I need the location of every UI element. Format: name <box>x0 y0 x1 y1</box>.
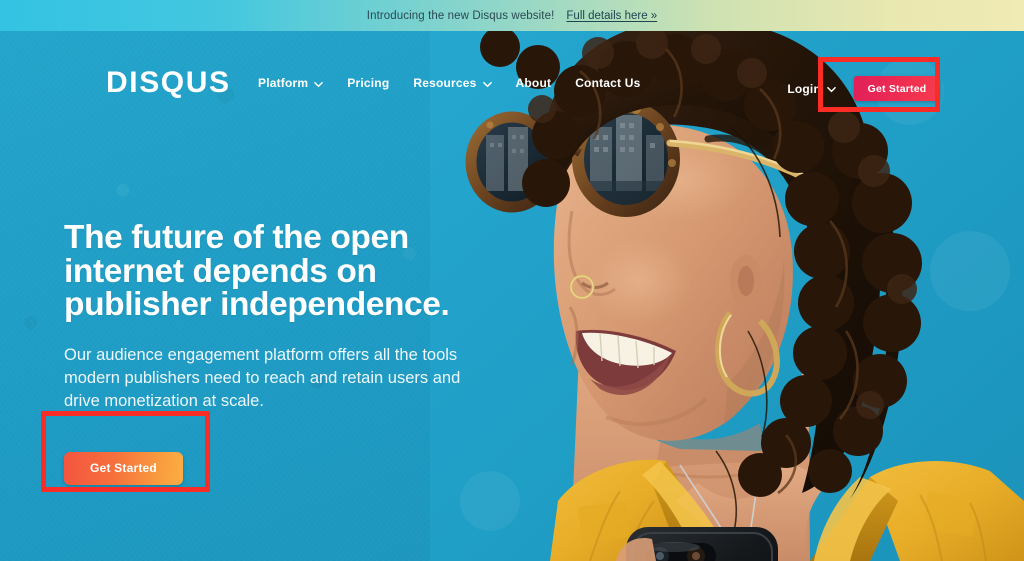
announcement-text: Introducing the new Disqus website! <box>366 9 555 22</box>
nav-item-label: Platform <box>258 76 309 90</box>
nav-item-contact-us[interactable]: Contact Us <box>575 76 640 90</box>
chevron-down-icon <box>827 85 836 94</box>
chevron-down-icon <box>314 80 324 89</box>
nav-item-label: Resources <box>413 76 477 90</box>
primary-nav: Platform Pricing Resources About Contact… <box>258 76 641 90</box>
nav-item-resources[interactable]: Resources <box>413 76 492 90</box>
hero-get-started-button[interactable]: Get Started <box>64 451 183 485</box>
announcement-details-link[interactable]: Full details here » <box>566 10 657 22</box>
nav-item-label: Pricing <box>347 76 390 90</box>
page-title: The future of the open internet depends … <box>64 221 494 322</box>
announcement-content: Introducing the new Disqus website! Full… <box>367 10 657 22</box>
hero-photo <box>430 31 1024 561</box>
header-get-started-button[interactable]: Get Started <box>854 76 940 101</box>
hero-section: The future of the open internet depends … <box>0 31 1024 561</box>
nav-item-about[interactable]: About <box>516 76 552 90</box>
nav-item-label: About <box>515 76 552 90</box>
nav-item-label: Login <box>787 81 821 96</box>
subcopy-line-2: modern publishers need to reach and reta… <box>64 368 461 387</box>
hero-cta-wrap: Get Started <box>64 451 494 485</box>
disqus-logo[interactable]: DISQUS <box>106 68 231 98</box>
headline-line-2: internet depends on <box>64 252 377 290</box>
subcopy-line-1: Our audience engagement platform offers … <box>64 345 458 364</box>
headline-line-3: publisher independence. <box>64 286 450 323</box>
nav-item-login[interactable]: Login <box>787 82 836 96</box>
headline-line-1: The future of the open <box>64 219 409 256</box>
nav-item-platform[interactable]: Platform <box>258 76 324 90</box>
nav-item-label: Contact Us <box>575 76 641 90</box>
nav-item-pricing[interactable]: Pricing <box>347 76 389 90</box>
hero-copy: The future of the open internet depends … <box>64 221 494 485</box>
hero-subcopy: Our audience engagement platform offers … <box>64 344 494 414</box>
secondary-nav: Login Get Started <box>787 76 940 101</box>
subcopy-line-3: drive monetization at scale. <box>64 392 264 411</box>
chevron-down-icon <box>482 80 492 89</box>
announcement-bar: Introducing the new Disqus website! Full… <box>0 0 1024 31</box>
